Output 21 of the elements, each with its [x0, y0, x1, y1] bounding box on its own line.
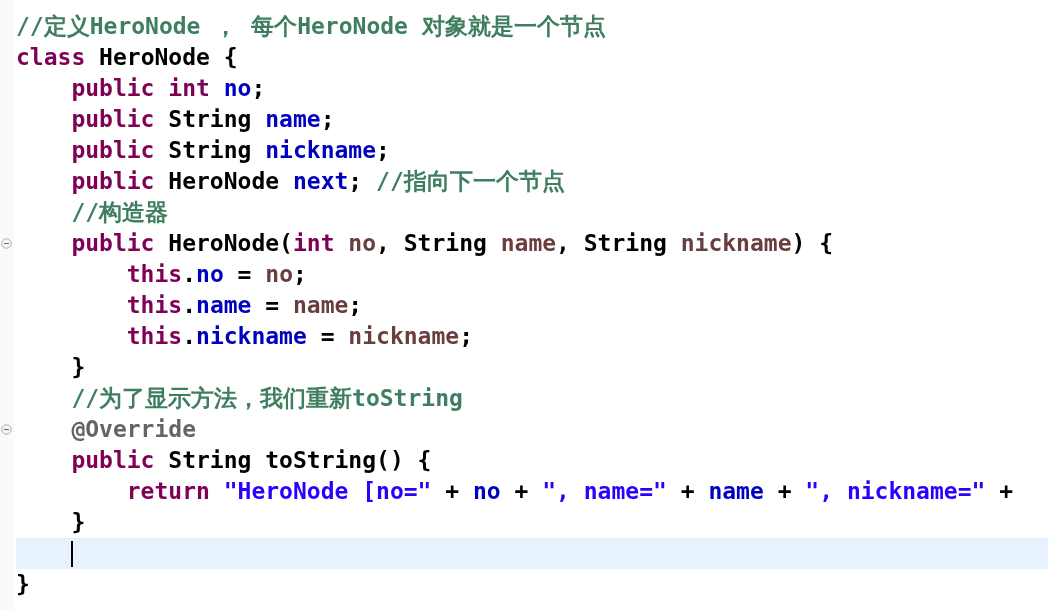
- code-line: }: [70, 508, 86, 537]
- code-line: //构造器: [70, 198, 169, 227]
- code-line: public int no;: [70, 74, 266, 103]
- collapse-icon[interactable]: [1, 424, 12, 435]
- code-line: public String toString() {: [70, 446, 432, 475]
- code-line: this.no = no;: [125, 260, 307, 289]
- code-line: }: [16, 570, 30, 599]
- code-line: //定义HeroNode ， 每个HeroNode 对象就是一个节点: [16, 12, 606, 41]
- code-line: }: [70, 353, 86, 382]
- code-line: return "HeroNode [no=" + no + ", name=" + name + ", nickname=" +: [125, 477, 1014, 506]
- code-line: public String name;: [70, 105, 335, 134]
- code-line: @Override: [70, 415, 196, 444]
- collapse-icon[interactable]: [1, 238, 12, 249]
- code-line: this.name = name;: [125, 291, 363, 320]
- text-cursor: [71, 540, 74, 567]
- code-line: public HeroNode next; //指向下一个节点: [70, 167, 565, 196]
- code-line: class HeroNode {: [16, 43, 238, 72]
- code-line: //为了显示方法，我们重新toString: [70, 384, 463, 413]
- code-line: this.nickname = nickname;: [125, 322, 473, 351]
- code-line: public String nickname;: [70, 136, 390, 165]
- code-line: public HeroNode(int no, String name, String nickname) {: [70, 229, 834, 258]
